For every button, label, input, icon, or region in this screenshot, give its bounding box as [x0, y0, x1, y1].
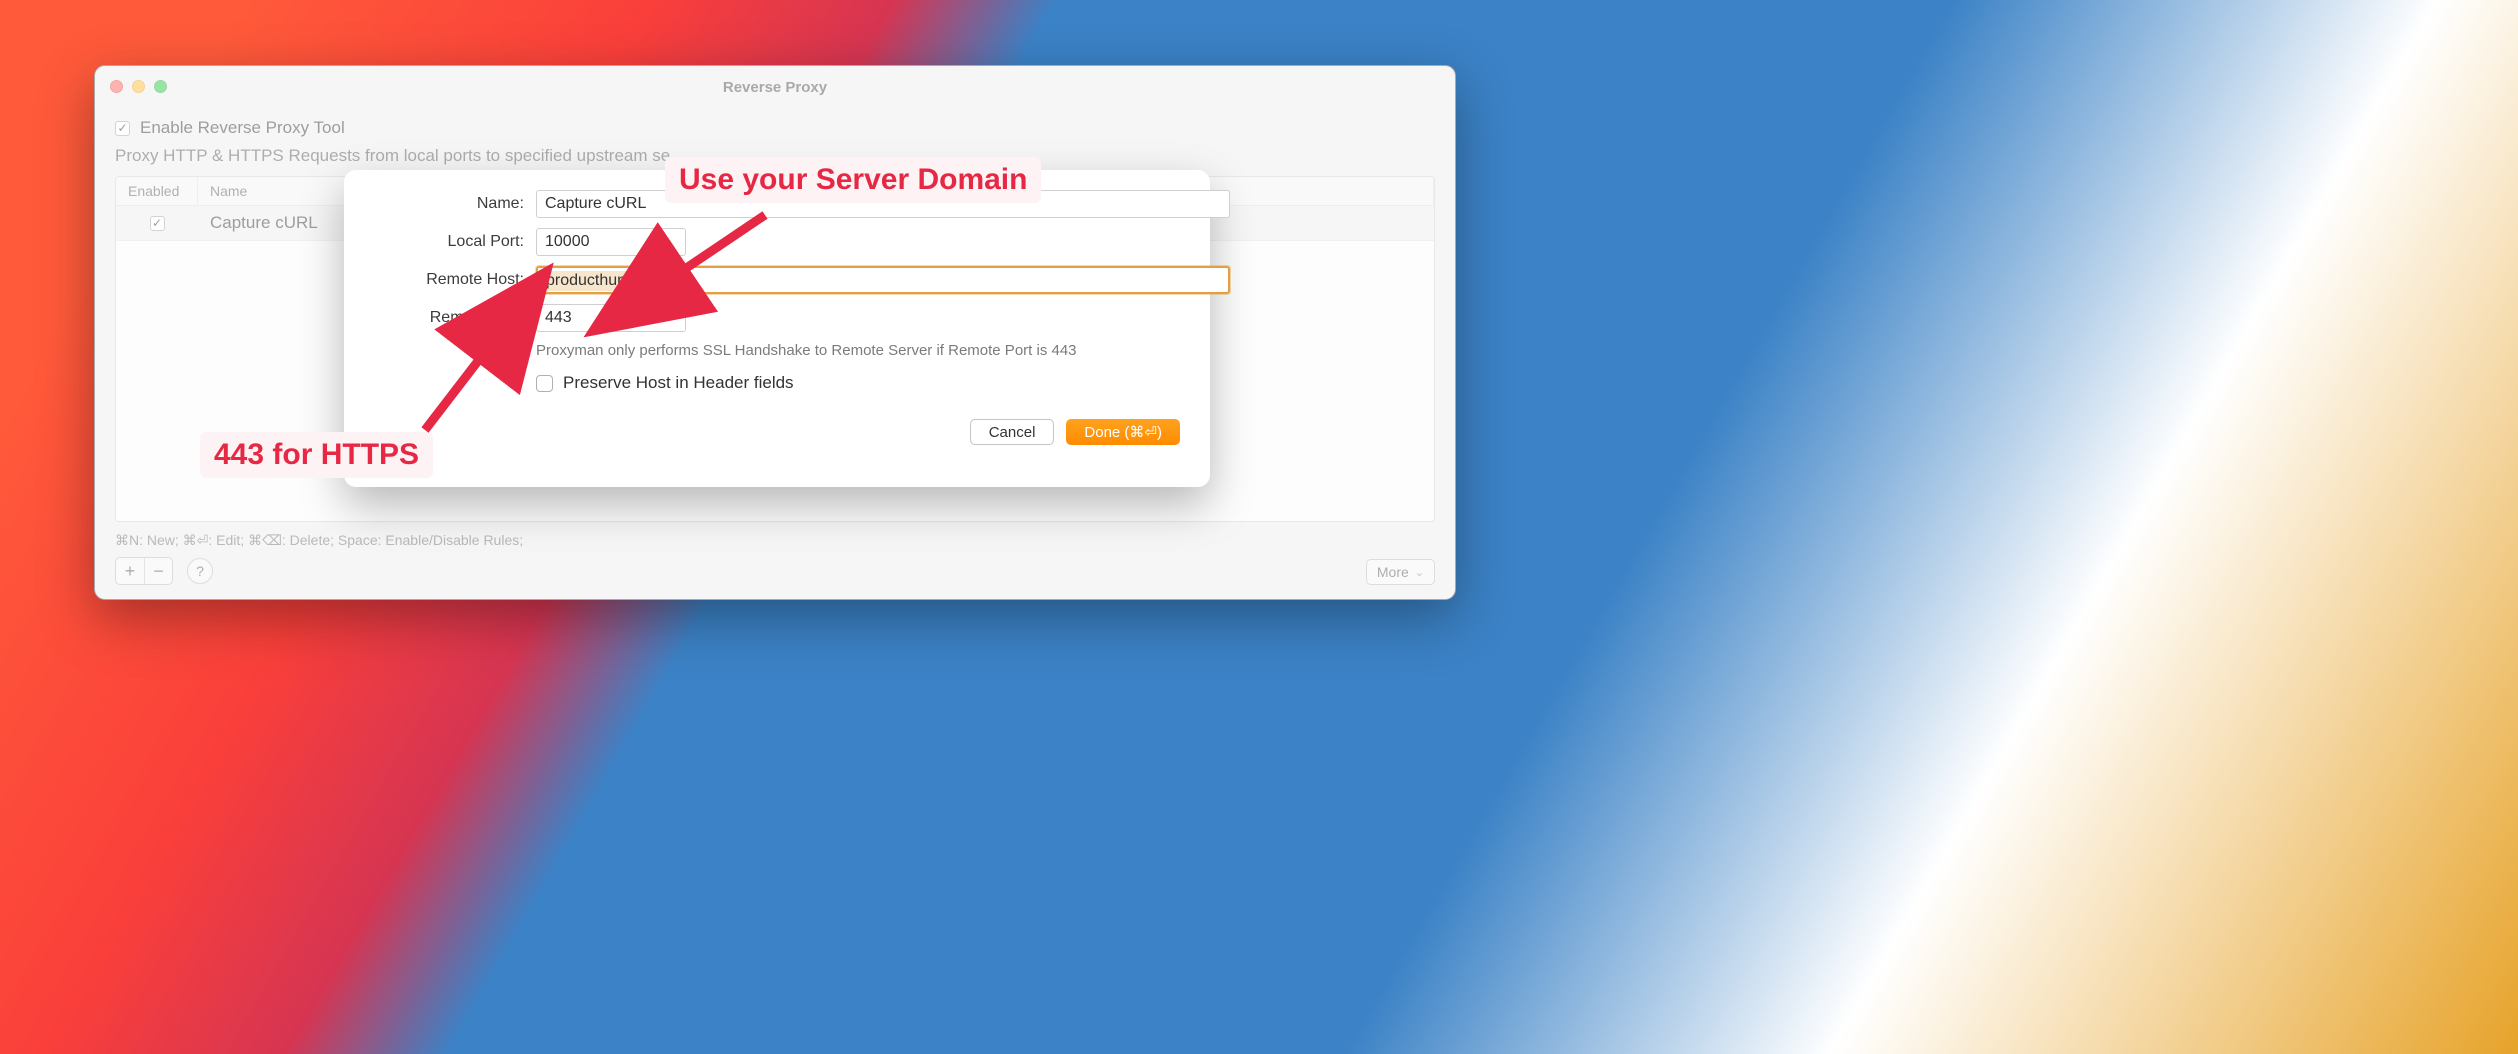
- enable-row: ✓ Enable Reverse Proxy Tool: [115, 118, 1435, 138]
- hint-text: Proxyman only performs SSL Handshake to …: [536, 342, 1230, 359]
- local-port-input[interactable]: [536, 228, 686, 256]
- enable-label: Enable Reverse Proxy Tool: [140, 118, 345, 138]
- name-input[interactable]: [536, 190, 1230, 218]
- minimize-window[interactable]: [132, 80, 145, 93]
- chevron-down-icon: ⌄: [1415, 566, 1424, 579]
- window-footer: ⌘N: New; ⌘⏎: Edit; ⌘⌫: Delete; Space: En…: [115, 532, 1435, 585]
- preserve-row: Preserve Host in Header fields: [536, 373, 1230, 393]
- more-button[interactable]: More ⌄: [1366, 559, 1435, 585]
- local-port-label: Local Port:: [374, 233, 524, 251]
- preserve-checkbox[interactable]: [536, 375, 553, 392]
- sheet-footer: Cancel Done (⌘⏎): [374, 419, 1180, 445]
- enable-checkbox[interactable]: ✓: [115, 121, 130, 136]
- preserve-label: Preserve Host in Header fields: [563, 373, 794, 393]
- zoom-window[interactable]: [154, 80, 167, 93]
- row-enabled-cell: ✓: [116, 209, 198, 238]
- titlebar: Reverse Proxy: [95, 66, 1455, 108]
- rule-sheet: Name: Local Port: Remote Host: producthu…: [344, 170, 1210, 487]
- done-button[interactable]: Done (⌘⏎): [1066, 419, 1180, 445]
- more-label: More: [1377, 564, 1409, 580]
- close-window[interactable]: [110, 80, 123, 93]
- remote-port-label: Remote Port:: [374, 309, 524, 327]
- window-title: Reverse Proxy: [723, 79, 827, 96]
- remove-button[interactable]: −: [144, 558, 172, 584]
- cancel-button[interactable]: Cancel: [970, 419, 1055, 445]
- add-button[interactable]: +: [116, 558, 144, 584]
- col-enabled[interactable]: Enabled: [116, 177, 198, 205]
- description-text: Proxy HTTP & HTTPS Requests from local p…: [115, 146, 1435, 166]
- remote-host-input[interactable]: producthunt.com: [536, 266, 1230, 294]
- row-enabled-checkbox[interactable]: ✓: [150, 216, 165, 231]
- remote-host-label: Remote Host:: [374, 271, 524, 289]
- shortcuts-text: ⌘N: New; ⌘⏎: Edit; ⌘⌫: Delete; Space: En…: [115, 532, 523, 549]
- add-remove-seg: + −: [115, 557, 173, 585]
- remote-port-input[interactable]: [536, 304, 686, 332]
- help-button[interactable]: ?: [187, 558, 213, 584]
- name-label: Name:: [374, 195, 524, 213]
- footer-buttons: + − ?: [115, 557, 523, 585]
- rule-form: Name: Local Port: Remote Host: producthu…: [374, 190, 1180, 393]
- traffic-lights: [110, 80, 167, 93]
- remote-host-value: producthunt.com: [544, 271, 667, 291]
